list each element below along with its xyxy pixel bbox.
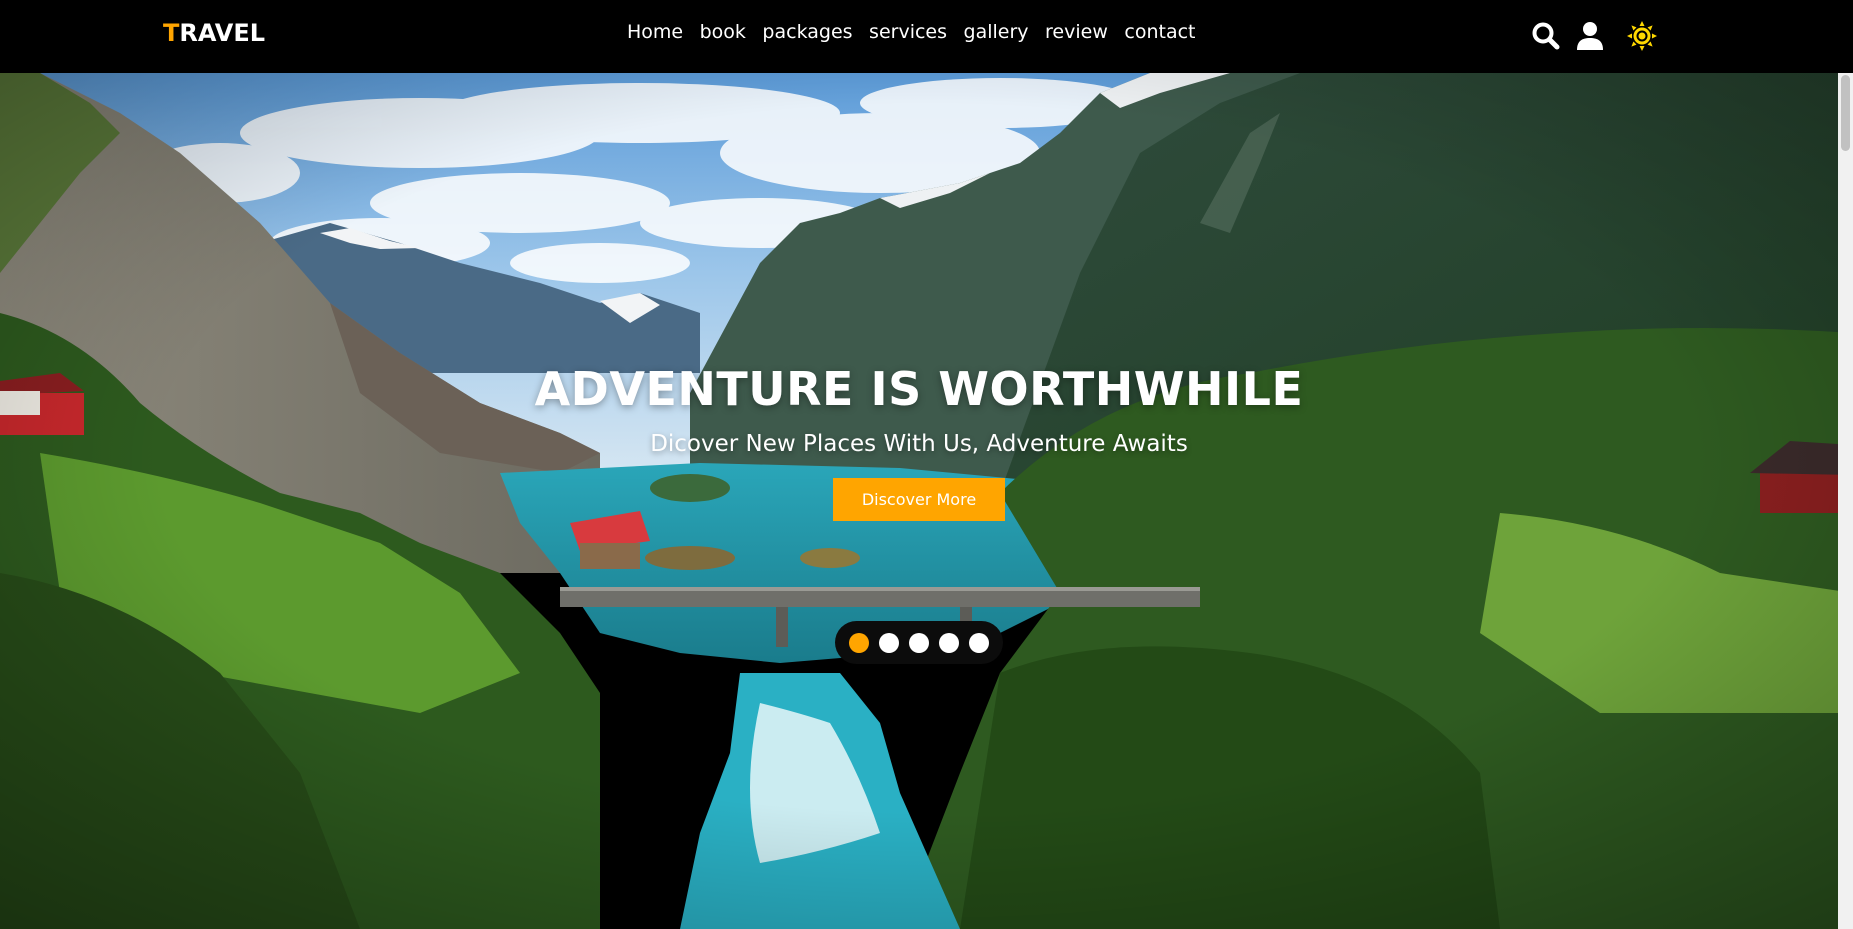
scrollbar-thumb[interactable]: [1841, 75, 1850, 151]
nav-contact[interactable]: contact: [1124, 21, 1195, 43]
slide-dot-4[interactable]: [939, 632, 959, 653]
main-nav: Home book packages services gallery revi…: [627, 21, 1212, 43]
hero-section: ADVENTURE IS WORTHWHILE Dicover New Plac…: [0, 73, 1853, 929]
nav-home[interactable]: Home: [627, 21, 683, 43]
hero-subtitle: Dicover New Places With Us, Adventure Aw…: [650, 431, 1188, 457]
logo-accent-letter: T: [163, 19, 180, 47]
slide-controls: [835, 621, 1003, 664]
discover-more-button[interactable]: Discover More: [833, 478, 1005, 521]
search-icon[interactable]: [1530, 20, 1562, 52]
hero-title: ADVENTURE IS WORTHWHILE: [534, 362, 1304, 416]
slide-dot-2[interactable]: [879, 632, 899, 653]
nav-packages[interactable]: packages: [762, 21, 852, 43]
logo[interactable]: TRAVEL: [163, 19, 265, 47]
slide-dot-5[interactable]: [969, 632, 989, 653]
nav-review[interactable]: review: [1045, 21, 1108, 43]
nav-gallery[interactable]: gallery: [964, 21, 1029, 43]
nav-book[interactable]: book: [700, 21, 746, 43]
page-scrollbar[interactable]: [1838, 73, 1853, 929]
slide-dot-1[interactable]: [849, 632, 869, 653]
nav-services[interactable]: services: [869, 21, 947, 43]
logo-text: RAVEL: [179, 19, 266, 47]
site-header: TRAVEL Home book packages services galle…: [0, 0, 1853, 73]
user-icon[interactable]: [1574, 20, 1606, 52]
sun-icon[interactable]: [1626, 20, 1658, 52]
slide-dot-3[interactable]: [909, 632, 929, 653]
